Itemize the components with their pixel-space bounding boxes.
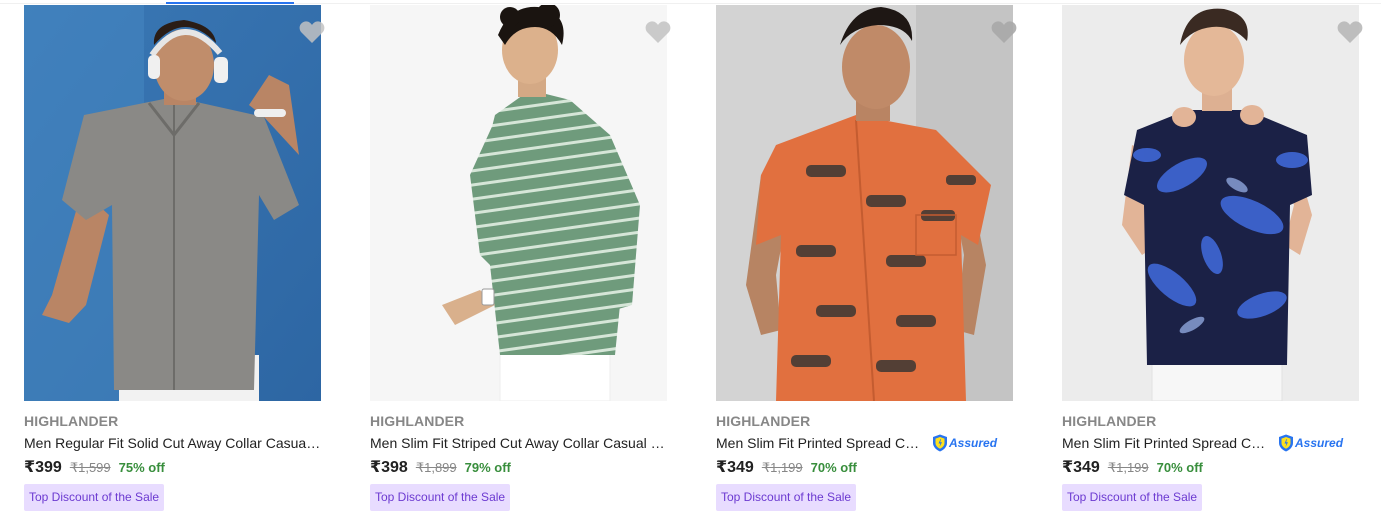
discount-percent: 70% off bbox=[1156, 460, 1203, 475]
product-title[interactable]: Men Slim Fit Printed Spread Collar Casua… bbox=[1062, 435, 1272, 451]
assured-shield-icon bbox=[1279, 434, 1293, 452]
price-row: ₹399 ₹1,599 75% off bbox=[24, 457, 165, 479]
product-image[interactable] bbox=[1062, 5, 1359, 401]
wishlist-heart-icon[interactable] bbox=[991, 20, 1017, 44]
product-title-row: Men Slim Fit Printed Spread Collar Casua… bbox=[1062, 433, 1381, 453]
original-price: ₹1,899 bbox=[415, 460, 457, 475]
product-card[interactable]: HIGHLANDER Men Regular Fit Solid Cut Awa… bbox=[24, 5, 354, 515]
assured-badge: Assured bbox=[932, 434, 997, 452]
offer-badge: Top Discount of the Sale bbox=[716, 484, 857, 511]
selling-price: ₹399 bbox=[24, 459, 62, 476]
product-photo bbox=[716, 5, 1013, 401]
selling-price: ₹349 bbox=[1062, 459, 1100, 476]
product-brand: HIGHLANDER bbox=[370, 413, 465, 429]
assured-badge: Assured bbox=[1278, 434, 1343, 452]
product-photo bbox=[24, 5, 321, 401]
original-price: ₹1,599 bbox=[69, 460, 111, 475]
product-title[interactable]: Men Slim Fit Striped Cut Away Collar Cas… bbox=[370, 435, 668, 451]
selling-price: ₹398 bbox=[370, 459, 408, 476]
offer-badge: Top Discount of the Sale bbox=[370, 484, 511, 511]
product-title-row: Men Regular Fit Solid Cut Away Collar Ca… bbox=[24, 433, 354, 453]
product-title-row: Men Slim Fit Printed Spread Collar Casua… bbox=[716, 433, 1046, 453]
product-photo bbox=[370, 5, 667, 401]
product-title-row: Men Slim Fit Striped Cut Away Collar Cas… bbox=[370, 433, 700, 453]
discount-percent: 70% off bbox=[810, 460, 857, 475]
product-brand: HIGHLANDER bbox=[24, 413, 119, 429]
product-photo bbox=[1062, 5, 1359, 401]
original-price: ₹1,199 bbox=[761, 460, 803, 475]
product-card[interactable]: HIGHLANDER Men Slim Fit Printed Spread C… bbox=[1062, 5, 1381, 515]
price-row: ₹349 ₹1,199 70% off bbox=[1062, 457, 1203, 479]
price-row: ₹398 ₹1,899 79% off bbox=[370, 457, 511, 479]
wishlist-heart-icon[interactable] bbox=[1337, 20, 1363, 44]
offer-badge: Top Discount of the Sale bbox=[1062, 484, 1203, 511]
product-brand: HIGHLANDER bbox=[1062, 413, 1157, 429]
product-title[interactable]: Men Slim Fit Printed Spread Collar Casua… bbox=[716, 435, 926, 451]
offer-badge: Top Discount of the Sale bbox=[24, 484, 165, 511]
assured-label: Assured bbox=[1295, 436, 1344, 450]
price-row: ₹349 ₹1,199 70% off bbox=[716, 457, 857, 479]
product-title[interactable]: Men Regular Fit Solid Cut Away Collar Ca… bbox=[24, 435, 322, 451]
assured-label: Assured bbox=[949, 436, 998, 450]
wishlist-heart-icon[interactable] bbox=[299, 20, 325, 44]
product-grid: HIGHLANDER Men Regular Fit Solid Cut Awa… bbox=[0, 0, 1381, 518]
original-price: ₹1,199 bbox=[1107, 460, 1149, 475]
product-image[interactable] bbox=[716, 5, 1013, 401]
product-image[interactable] bbox=[24, 5, 321, 401]
wishlist-heart-icon[interactable] bbox=[645, 20, 671, 44]
selling-price: ₹349 bbox=[716, 459, 754, 476]
product-image[interactable] bbox=[370, 5, 667, 401]
discount-percent: 75% off bbox=[118, 460, 165, 475]
product-brand: HIGHLANDER bbox=[716, 413, 811, 429]
product-card[interactable]: HIGHLANDER Men Slim Fit Printed Spread C… bbox=[716, 5, 1046, 515]
discount-percent: 79% off bbox=[464, 460, 511, 475]
product-card[interactable]: HIGHLANDER Men Slim Fit Striped Cut Away… bbox=[370, 5, 700, 515]
assured-shield-icon bbox=[933, 434, 947, 452]
